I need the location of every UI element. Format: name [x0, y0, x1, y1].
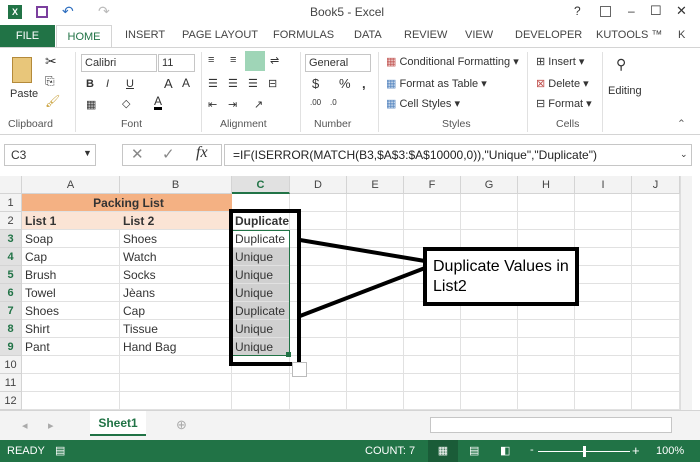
normal-view-button[interactable]: ▦: [428, 440, 458, 462]
zoom-level[interactable]: 100%: [656, 445, 684, 457]
count-status: COUNT: 7: [365, 445, 416, 457]
ready-status: READY: [7, 445, 45, 457]
sheet-tab-bar: ◂ ▸ Sheet1 ⊕: [0, 410, 700, 440]
callout-line-1: [299, 238, 426, 263]
new-sheet-icon[interactable]: ⊕: [176, 417, 187, 433]
callout-lines: [299, 238, 426, 318]
vertical-scrollbar[interactable]: [680, 176, 692, 410]
prev-sheet-icon[interactable]: ◂: [22, 419, 28, 432]
horizontal-scrollbar[interactable]: [430, 417, 672, 433]
next-sheet-icon[interactable]: ▸: [48, 419, 54, 432]
callout-box: Duplicate Values in List2: [423, 247, 579, 306]
page-break-view-button[interactable]: ◧: [500, 444, 510, 457]
sheet-tab-sheet1[interactable]: Sheet1: [90, 411, 146, 436]
page-layout-view-button[interactable]: ▤: [469, 444, 479, 457]
macro-record-icon[interactable]: ▤: [55, 444, 65, 457]
zoom-in-button[interactable]: +: [632, 443, 640, 458]
callout-line-2: [299, 266, 426, 318]
zoom-slider-thumb[interactable]: [583, 446, 586, 457]
status-bar: READY ▤ COUNT: 7 ▦ ▤ ◧ - + 100%: [0, 440, 700, 462]
zoom-out-button[interactable]: -: [530, 444, 534, 456]
